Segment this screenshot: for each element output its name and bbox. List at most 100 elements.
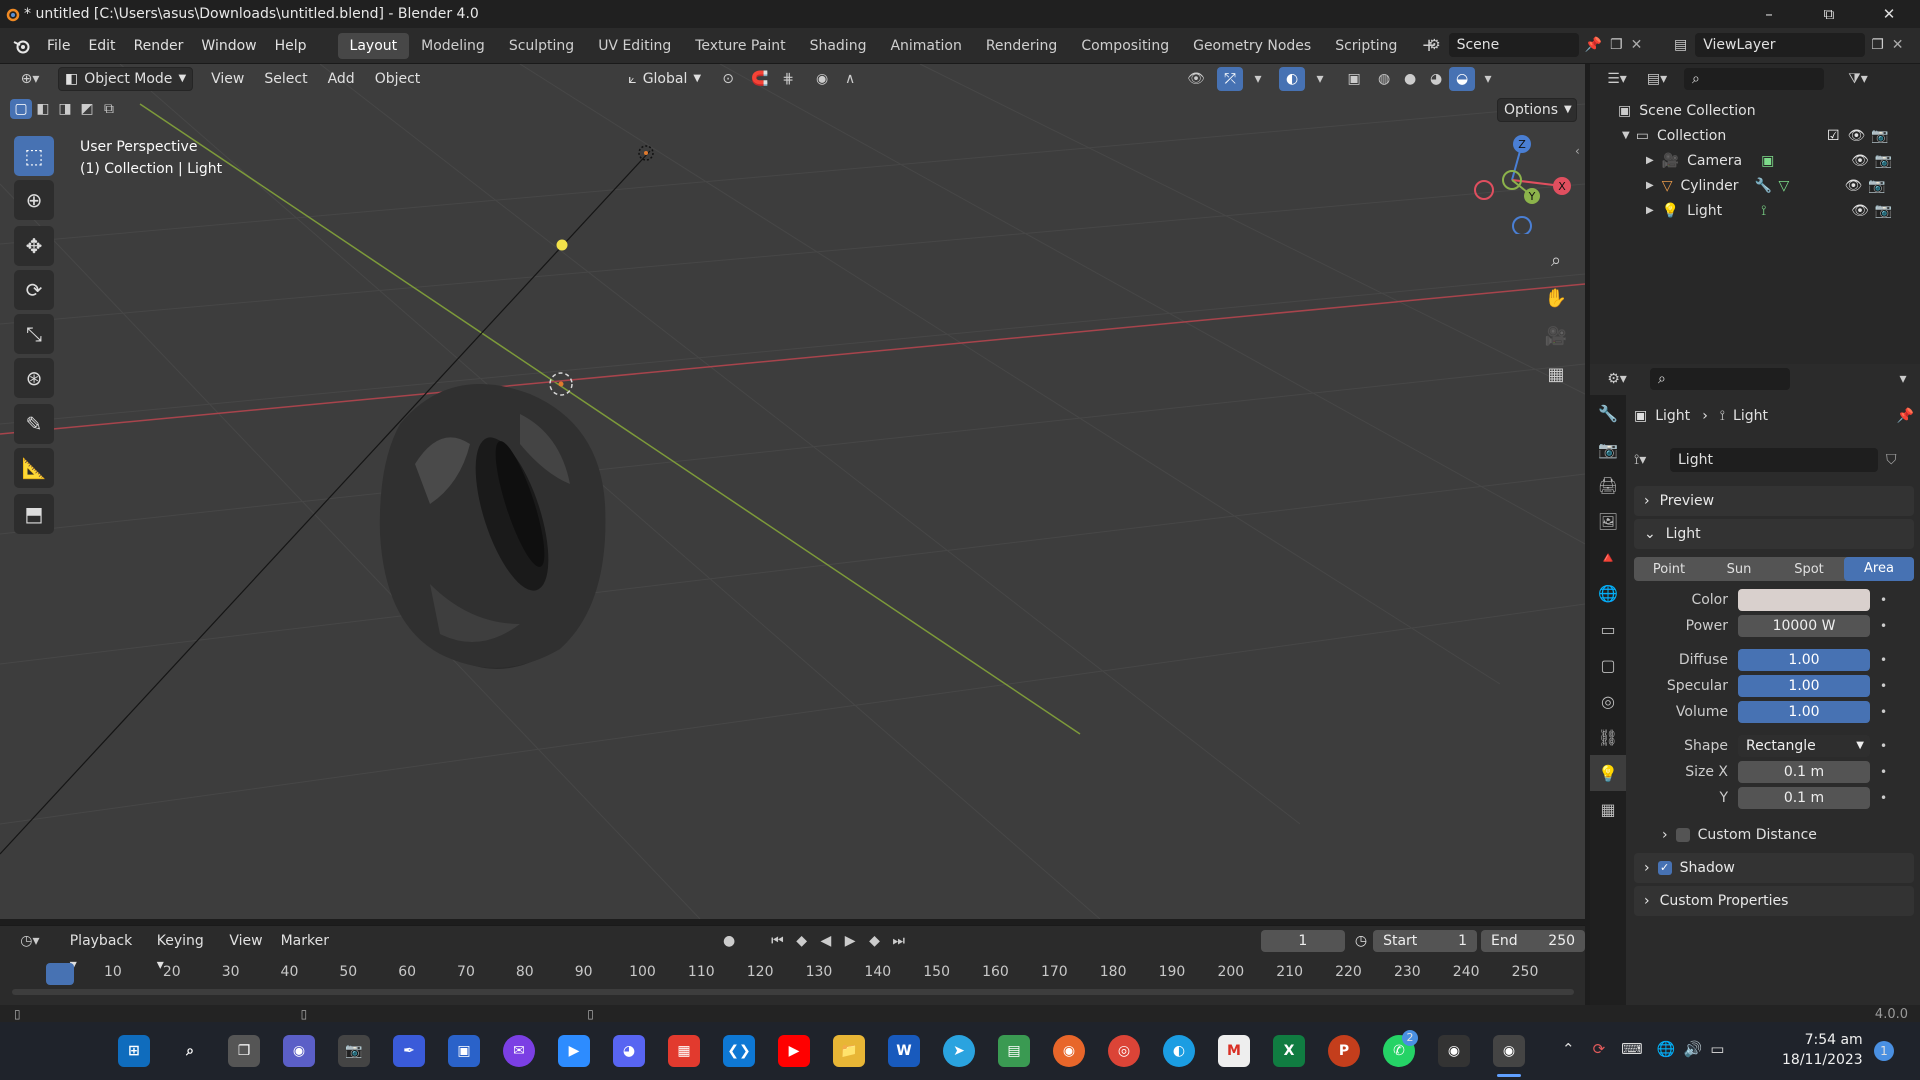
keyframe-dot-icon[interactable]: • <box>1880 765 1888 779</box>
cursor-tool-icon[interactable]: ⊕ <box>14 180 54 220</box>
edge-icon[interactable]: ◐ <box>1163 1035 1195 1067</box>
3d-viewport[interactable]: User Perspective (1) Collection | Light … <box>0 64 1585 919</box>
camera-view-icon[interactable]: 🎥 <box>1540 320 1572 352</box>
mesh-data-icon[interactable]: ▽ <box>1778 178 1844 194</box>
power-field[interactable]: 10000 W <box>1738 615 1870 637</box>
pen-app-icon[interactable]: ✒ <box>393 1035 425 1067</box>
task-view-icon[interactable]: ❐ <box>228 1035 260 1067</box>
view-layer-tab-icon[interactable]: 🖼 <box>1590 503 1626 539</box>
keyframe-dot-icon[interactable]: • <box>1880 653 1888 667</box>
cylinder-mesh[interactable] <box>379 384 606 669</box>
display-mode-icon[interactable]: ▤▾ <box>1640 67 1674 91</box>
discord-icon[interactable]: ◕ <box>613 1035 645 1067</box>
delete-viewlayer-icon[interactable]: ✕ <box>1892 37 1904 53</box>
camera-render-icon[interactable]: 📷 <box>1868 178 1885 194</box>
ortho-grid-icon[interactable]: ▦ <box>1540 358 1572 390</box>
excel-icon[interactable]: X <box>1273 1035 1305 1067</box>
close-button[interactable]: ✕ <box>1866 0 1912 28</box>
delete-scene-icon[interactable]: ✕ <box>1631 37 1643 53</box>
rendered-shading-icon[interactable]: ◒ <box>1449 67 1476 91</box>
navigation-gizmo[interactable]: Z X Y <box>1470 134 1580 234</box>
tab-shading[interactable]: Shading <box>798 33 879 59</box>
tab-layout[interactable]: Layout <box>337 32 410 59</box>
mode-dropdown[interactable]: ◧ Object Mode ▼ <box>58 67 194 91</box>
eye-icon[interactable]: 👁 <box>1851 153 1869 169</box>
orientation-dropdown[interactable]: ⟀ Global ▼ <box>622 67 707 91</box>
new-scene-icon[interactable]: ❐ <box>1610 37 1623 53</box>
texture-tab-icon[interactable]: ▦ <box>1590 791 1626 827</box>
shadow-checkbox[interactable]: ✓ <box>1657 861 1672 875</box>
constraints-tab-icon[interactable]: ⛓ <box>1590 719 1626 755</box>
tab-texture-paint[interactable]: Texture Paint <box>683 33 797 59</box>
outliner-item-cylinder[interactable]: ▶ ▽ Cylinder 🔧 ▽ 👁 📷 <box>1590 173 1920 198</box>
tool-tab-icon[interactable]: 🔧 <box>1590 395 1626 431</box>
menu-view[interactable]: View <box>205 67 250 91</box>
collection-row[interactable]: ▼ ▭ Collection ☑ 👁 📷 <box>1590 123 1920 148</box>
exclude-checkbox-icon[interactable]: ☑ <box>1827 128 1840 144</box>
eye-icon[interactable]: 👁 <box>1851 203 1869 219</box>
object-tab-icon[interactable]: ▢ <box>1590 647 1626 683</box>
tab-compositing[interactable]: Compositing <box>1069 33 1181 59</box>
collection-tab-icon[interactable]: ▭ <box>1590 611 1626 647</box>
blender-taskbar-icon-2[interactable]: ◉ <box>1493 1035 1525 1067</box>
volume-slider[interactable]: 1.00 <box>1738 701 1870 723</box>
snap-target-icon[interactable]: ⋕ <box>775 67 801 91</box>
output-tab-icon[interactable]: 🖨 <box>1590 467 1626 503</box>
size-x-field[interactable]: 0.1 m <box>1738 761 1870 783</box>
blender-taskbar-icon-1[interactable]: ◉ <box>1438 1035 1470 1067</box>
vscode-icon[interactable]: ❮❯ <box>723 1035 755 1067</box>
falloff-icon[interactable]: ∧ <box>837 67 863 91</box>
scene-tab-icon[interactable]: 🔺 <box>1590 539 1626 575</box>
network-icon[interactable]: 🌐 <box>1657 1040 1676 1058</box>
menu-object[interactable]: Object <box>369 67 427 91</box>
add-cube-tool-icon[interactable]: ⬒ <box>14 494 54 534</box>
gizmo-toggle-icon[interactable]: ⤱ <box>1217 67 1244 91</box>
pin-icon[interactable]: 📌 <box>1585 37 1602 53</box>
custom-properties-section-header[interactable]: › Custom Properties <box>1634 886 1914 916</box>
tray-overflow-icon[interactable]: ⌃ <box>1562 1040 1575 1058</box>
custom-distance-row[interactable]: › Custom Distance <box>1634 823 1914 847</box>
minimize-button[interactable]: – <box>1746 0 1792 28</box>
scene-name-field[interactable]: Scene <box>1448 33 1579 57</box>
volume-icon[interactable]: 🔊 <box>1684 1040 1703 1058</box>
timeline-scrollbar[interactable] <box>12 989 1574 995</box>
keyboard-icon[interactable]: ⌨ <box>1621 1040 1643 1058</box>
menu-edit[interactable]: Edit <box>79 33 124 59</box>
properties-search-input[interactable]: ⌕ <box>1650 368 1790 390</box>
fake-user-shield-icon[interactable]: ⛉ <box>1886 452 1897 468</box>
tab-animation[interactable]: Animation <box>878 33 973 59</box>
move-tool-icon[interactable]: ✥ <box>14 226 54 266</box>
color-swatch[interactable] <box>1738 589 1870 611</box>
shadow-section-header[interactable]: › ✓ Shadow <box>1634 853 1914 883</box>
chevron-down-icon[interactable]: ▾ <box>1307 67 1333 91</box>
diffuse-slider[interactable]: 1.00 <box>1738 649 1870 671</box>
datablock-browse-icon[interactable]: ⟟▾ <box>1634 452 1670 468</box>
search-icon[interactable]: ⌕ <box>174 1035 206 1067</box>
outliner-item-light[interactable]: ▶ 💡 Light ⟟ 👁 📷 <box>1590 198 1920 223</box>
zoom-app-icon[interactable]: ▶ <box>558 1035 590 1067</box>
world-tab-icon[interactable]: 🌐 <box>1590 575 1626 611</box>
wireframe-shading-icon[interactable]: ◍ <box>1371 67 1397 91</box>
start-windows-icon[interactable]: ⊞ <box>118 1035 150 1067</box>
select-subtract-icon[interactable]: ◨ <box>54 99 76 119</box>
light-section-header[interactable]: ⌄ Light <box>1634 519 1914 549</box>
light-data-tab-icon[interactable]: 💡 <box>1590 755 1626 791</box>
custom-distance-checkbox[interactable] <box>1675 828 1690 842</box>
rotate-tool-icon[interactable]: ⟳ <box>14 270 54 310</box>
pivot-point-icon[interactable]: ⊙ <box>715 67 741 91</box>
zoom-icon[interactable]: ⌕ <box>1540 244 1572 276</box>
menu-add[interactable]: Add <box>322 67 361 91</box>
keyframe-dot-icon[interactable]: • <box>1880 791 1888 805</box>
modifier-wrench-icon[interactable]: 🔧 <box>1754 178 1778 194</box>
classroom-icon[interactable]: ▤ <box>998 1035 1030 1067</box>
chevron-down-icon[interactable]: ▾ <box>1890 367 1916 391</box>
eye-icon[interactable]: 👁 <box>1848 128 1866 144</box>
gizmo-neg-z-icon[interactable] <box>1512 216 1532 234</box>
chevron-down-icon[interactable]: ▾ <box>1245 67 1271 91</box>
menu-file[interactable]: File <box>38 33 79 59</box>
keyframe-dot-icon[interactable]: • <box>1880 619 1888 633</box>
preview-section-header[interactable]: › Preview <box>1634 486 1914 516</box>
messenger-icon[interactable]: ✉ <box>503 1035 535 1067</box>
properties-editor-type-icon[interactable]: ⚙▾ <box>1600 367 1634 391</box>
menu-render[interactable]: Render <box>125 33 193 59</box>
